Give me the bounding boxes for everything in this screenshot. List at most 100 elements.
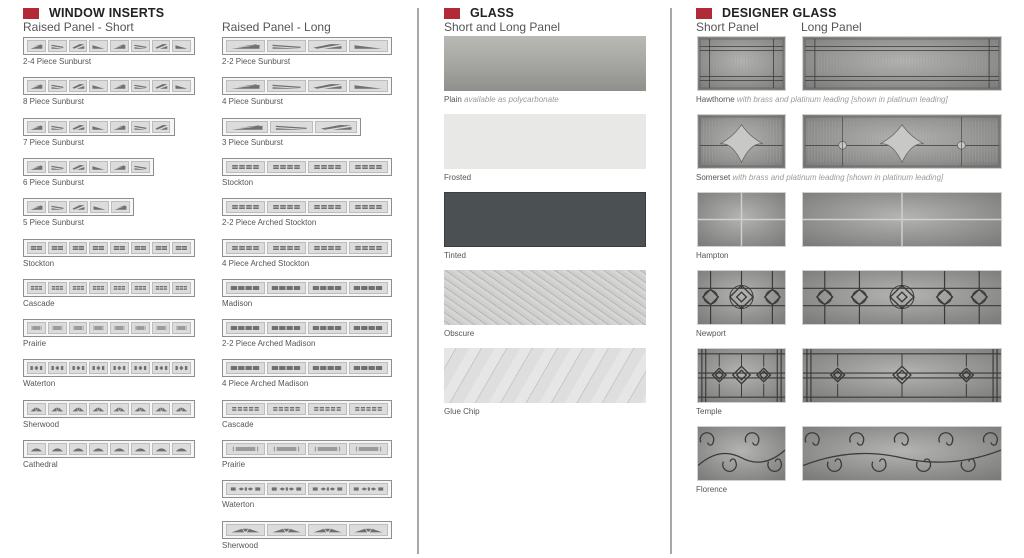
insert-option-4-piece-arched-madison[interactable]: [222, 359, 392, 378]
window-pane-icon: [47, 362, 67, 375]
glass-name: Plain: [444, 95, 462, 104]
window-pane-icon: [47, 241, 67, 254]
glass-title: GLASS: [470, 6, 515, 20]
designer-glass-hawthorne-long[interactable]: [802, 36, 1002, 91]
window-pane-icon: [151, 120, 171, 133]
insert-option-3-piece-sunburst[interactable]: [222, 117, 361, 136]
insert-option-waterton[interactable]: [23, 359, 195, 378]
designer-glass-hampton-long[interactable]: [802, 192, 1002, 247]
insert-option-label: 2-2 Piece Arched Stockton: [222, 218, 317, 228]
window-pane-icon: [226, 443, 265, 455]
insert-option-prairie[interactable]: [23, 319, 195, 338]
window-pane-icon: [68, 443, 88, 455]
insert-option-cathedral[interactable]: [23, 440, 195, 458]
designer-glass-label: Florence: [696, 485, 727, 494]
designer-glass-temple-long[interactable]: [802, 348, 1002, 403]
window-pane-icon: [308, 362, 347, 375]
insert-option-label: Stockton: [222, 177, 254, 187]
window-pane-icon: [308, 281, 347, 294]
window-pane-icon: [89, 402, 108, 415]
insert-option-waterton[interactable]: [222, 480, 392, 499]
insert-option-stockton[interactable]: [222, 157, 392, 176]
insert-option-label: 3 Piece Sunburst: [222, 137, 283, 147]
window-pane-icon: [130, 281, 150, 294]
glass-name: Frosted: [444, 173, 472, 182]
glass-swatch-plain[interactable]: [444, 36, 646, 91]
glass-swatch-tinted[interactable]: [444, 192, 646, 247]
insert-option-sherwood[interactable]: [23, 399, 195, 418]
designer-glass-label: Hawthorne with brass and platinum leadin…: [696, 95, 948, 104]
designer-glass-newport-short[interactable]: [697, 270, 786, 325]
insert-option-8-piece-sunburst[interactable]: [23, 77, 195, 96]
designer-glass-somerset-short[interactable]: [697, 114, 786, 169]
raised-panel-long-heading: Raised Panel - Long: [222, 20, 331, 34]
window-pane-icon: [349, 483, 388, 496]
designer-glass-name: Florence: [696, 485, 728, 494]
window-pane-icon: [27, 402, 46, 415]
window-pane-icon: [172, 241, 191, 254]
glass-header: GLASS: [444, 6, 514, 20]
insert-option-2-4-piece-sunburst[interactable]: [23, 37, 195, 55]
insert-option-6-piece-sunburst[interactable]: [23, 157, 154, 176]
window-pane-icon: [226, 362, 265, 375]
designer-glass-label: Hampton: [696, 251, 728, 260]
window-inserts-header: WINDOW INSERTS: [23, 6, 164, 20]
insert-option-sherwood[interactable]: [222, 520, 392, 539]
window-pane-icon: [349, 402, 388, 415]
window-pane-icon: [151, 402, 171, 415]
insert-option-label: Sherwood: [23, 419, 60, 429]
designer-glass-florence-short[interactable]: [697, 426, 786, 481]
window-pane-icon: [226, 160, 265, 173]
window-pane-icon: [314, 120, 357, 133]
insert-option-cascade[interactable]: [222, 399, 392, 418]
designer-glass-hampton-short[interactable]: [697, 192, 786, 247]
insert-option-2-2-piece-sunburst[interactable]: [222, 37, 392, 55]
window-pane-icon: [110, 443, 129, 455]
window-pane-icon: [130, 120, 150, 133]
window-pane-icon: [110, 402, 129, 415]
window-pane-icon: [267, 201, 306, 214]
insert-option-stockton[interactable]: [23, 238, 195, 257]
designer-glass-hawthorne-short[interactable]: [697, 36, 786, 91]
window-inserts-title: WINDOW INSERTS: [49, 6, 165, 20]
insert-option-7-piece-sunburst[interactable]: [23, 117, 175, 136]
glass-swatch-frosted[interactable]: [444, 114, 646, 169]
window-pane-icon: [151, 362, 171, 375]
insert-option-label: 5 Piece Sunburst: [23, 218, 84, 228]
window-pane-icon: [151, 40, 171, 52]
glass-name: Obscure: [444, 329, 475, 338]
glass-note: available as polycarbonate: [461, 95, 559, 104]
window-pane-icon: [270, 120, 313, 133]
insert-option-cascade[interactable]: [23, 278, 195, 297]
window-pane-icon: [267, 281, 306, 294]
designer-glass-newport-long[interactable]: [802, 270, 1002, 325]
window-pane-icon: [308, 483, 347, 496]
designer-glass-note: with brass and platinum leading [shown i…: [730, 173, 944, 182]
window-pane-icon: [27, 160, 46, 173]
insert-option-4-piece-sunburst[interactable]: [222, 77, 392, 96]
glass-swatch-glue-chip[interactable]: [444, 348, 646, 403]
window-pane-icon: [151, 322, 171, 335]
insert-option-2-2-piece-arched-stockton[interactable]: [222, 198, 392, 217]
glass-swatch-obscure[interactable]: [444, 270, 646, 325]
window-pane-icon: [226, 523, 265, 536]
glass-label: Plain available as polycarbonate: [444, 95, 559, 104]
glass-label: Tinted: [444, 251, 466, 260]
designer-glass-florence-long[interactable]: [802, 426, 1002, 481]
insert-option-madison[interactable]: [222, 278, 392, 297]
window-pane-icon: [110, 120, 129, 133]
insert-option-prairie[interactable]: [222, 440, 392, 458]
glass-name: Tinted: [444, 251, 466, 260]
window-pane-icon: [68, 80, 88, 93]
window-pane-icon: [267, 523, 306, 536]
window-pane-icon: [47, 80, 67, 93]
insert-option-label: 4 Piece Arched Madison: [222, 379, 309, 389]
insert-option-label: Waterton: [222, 500, 255, 510]
insert-option-5-piece-sunburst[interactable]: [23, 198, 134, 217]
window-pane-icon: [226, 483, 265, 496]
insert-option-2-2-piece-arched-madison[interactable]: [222, 319, 392, 338]
designer-glass-temple-short[interactable]: [697, 348, 786, 403]
designer-glass-somerset-long[interactable]: [802, 114, 1002, 169]
window-pane-icon: [172, 362, 191, 375]
insert-option-4-piece-arched-stockton[interactable]: [222, 238, 392, 257]
